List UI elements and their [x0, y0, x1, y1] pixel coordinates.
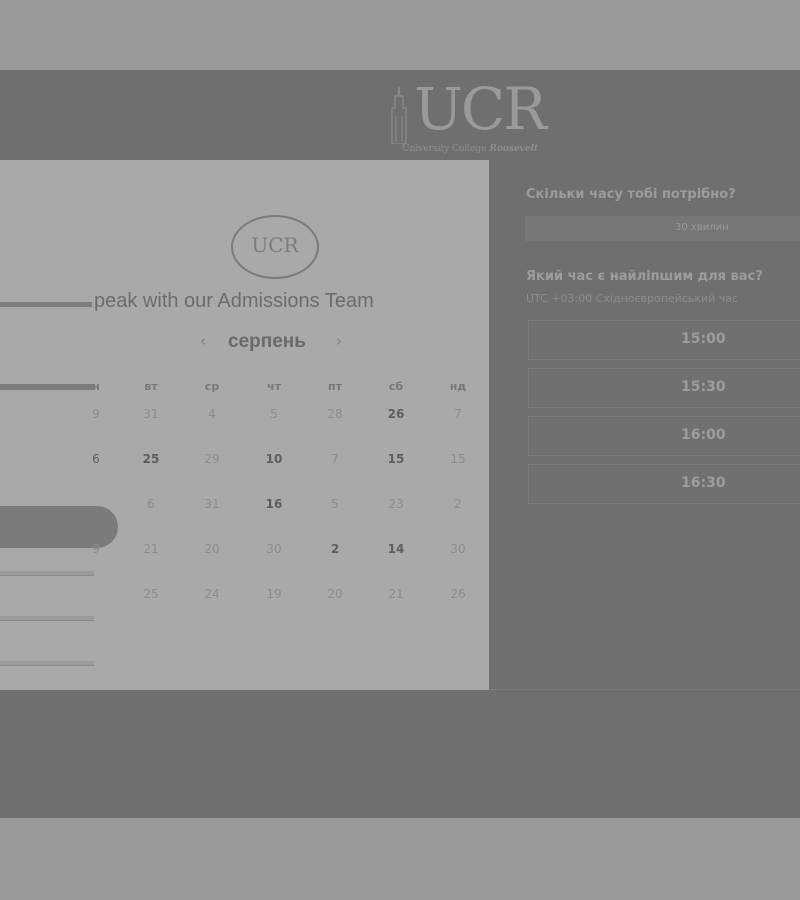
tower-icon	[391, 86, 407, 144]
calendar-day[interactable]: 30	[438, 542, 478, 556]
logo-subtitle: University College Roosevelt	[402, 144, 539, 154]
weekday-sat: сб	[388, 380, 404, 393]
duration-value: 30 хвилин	[675, 222, 729, 233]
logo-wordmark: UCR	[414, 75, 547, 143]
calendar-day[interactable]: 30	[254, 542, 294, 556]
calendar-day[interactable]: 29	[192, 452, 232, 466]
calendar-day[interactable]: 19	[254, 587, 294, 601]
calendar-day[interactable]: 16	[254, 497, 294, 511]
divider	[490, 689, 800, 690]
weekday-sun: нд	[449, 380, 467, 393]
calendar-day[interactable]: 21	[131, 542, 171, 556]
calendar-day[interactable]: 6	[131, 497, 171, 511]
calendar-day[interactable]: 14	[376, 542, 416, 556]
weekday-tue: вт	[144, 380, 158, 393]
booking-widget: UCR University College Roosevelt UCR pea…	[0, 70, 800, 818]
title-overlay-bar	[0, 302, 92, 307]
next-month-button[interactable]: ›	[336, 332, 342, 350]
time-slot-button[interactable]: 15:30	[528, 368, 800, 408]
weekday-fragment: н	[92, 380, 100, 393]
duration-select[interactable]: 30 хвилин	[525, 216, 800, 241]
calendar-panel: UCR peak with our Admissions Team ‹ серп…	[0, 160, 489, 690]
calendar-day[interactable]: 5	[315, 497, 355, 511]
row-overlay-bar	[0, 616, 94, 621]
time-slot-button[interactable]: 16:00	[528, 416, 800, 456]
calendar-day[interactable]: 5	[254, 407, 294, 421]
calendar-day[interactable]: 4	[192, 407, 232, 421]
calendar-day[interactable]: 24	[192, 587, 232, 601]
row-overlay-bar	[0, 571, 94, 576]
circle-logo: UCR	[231, 215, 319, 279]
calendar-day[interactable]: 9	[76, 407, 116, 421]
calendar-day[interactable]: 25	[131, 587, 171, 601]
time-question: Який час є найліпшим для вас?	[526, 269, 763, 284]
month-navigation: ‹ серпень ›	[200, 331, 350, 355]
calendar-day[interactable]: 26	[438, 587, 478, 601]
time-slot-button[interactable]: 16:30	[528, 464, 800, 504]
calendar-day[interactable]: 21	[376, 587, 416, 601]
timezone-label[interactable]: UTC +03:00 Східноєвропейський час	[526, 292, 738, 305]
ucr-logo: UCR University College Roosevelt	[388, 75, 598, 154]
calendar-day[interactable]: 7	[438, 407, 478, 421]
duration-question: Скільки часу тобі потрібно?	[526, 187, 736, 202]
calendar-day[interactable]: 2	[315, 542, 355, 556]
calendar-day[interactable]: 31	[131, 407, 171, 421]
calendar-day-selected[interactable]: 6	[76, 452, 116, 466]
calendar-day[interactable]: 25	[131, 452, 171, 466]
weekday-wed: ср	[204, 380, 220, 393]
calendar-day[interactable]: 20	[192, 542, 232, 556]
weekday-fri: пт	[328, 380, 342, 393]
calendar-day[interactable]: 15	[376, 452, 416, 466]
calendar-day[interactable]: 15	[438, 452, 478, 466]
time-slot-button[interactable]: 15:00	[528, 320, 800, 360]
prev-month-button[interactable]: ‹	[200, 332, 206, 350]
calendar-day[interactable]: 31	[192, 497, 232, 511]
page-title: peak with our Admissions Team	[94, 290, 374, 312]
calendar-day[interactable]: 10	[254, 452, 294, 466]
row-overlay-bar	[0, 661, 94, 666]
calendar-day[interactable]: 28	[315, 407, 355, 421]
calendar-day[interactable]: 20	[315, 587, 355, 601]
month-label: серпень	[228, 331, 306, 352]
weekday-thu: чт	[267, 380, 281, 393]
calendar-day[interactable]: 23	[376, 497, 416, 511]
calendar-day[interactable]: 2	[438, 497, 478, 511]
calendar-day[interactable]: 9	[76, 542, 116, 556]
calendar-day[interactable]: 26	[376, 407, 416, 421]
calendar-day[interactable]: 7	[315, 452, 355, 466]
